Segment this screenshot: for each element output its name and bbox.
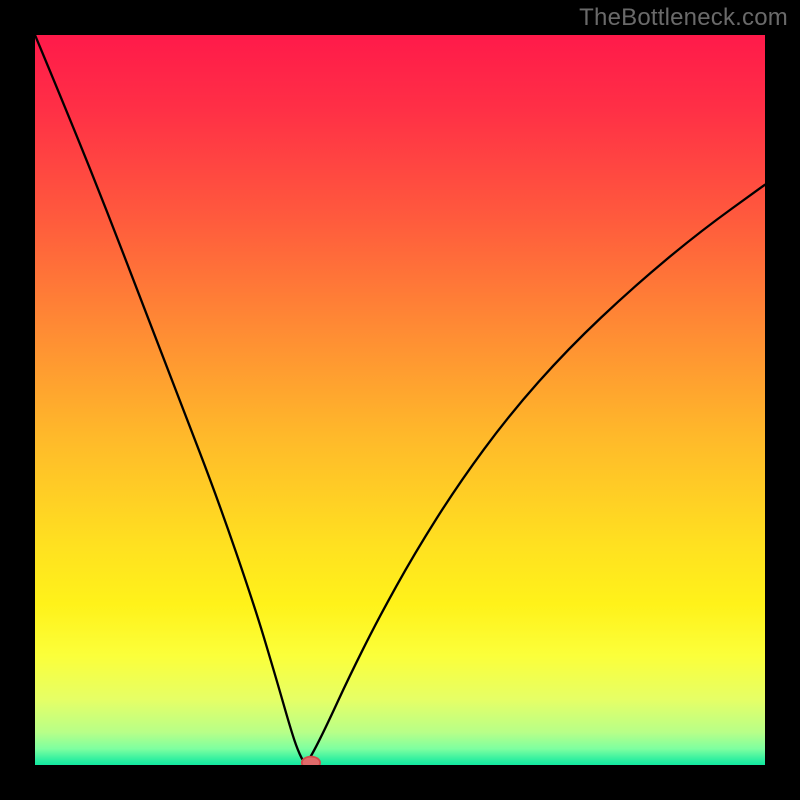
watermark-label: TheBottleneck.com xyxy=(579,4,788,32)
minimum-marker xyxy=(302,757,320,765)
chart-svg xyxy=(35,35,765,765)
marker-ellipse xyxy=(302,757,320,765)
bottleneck-curve xyxy=(35,35,765,762)
plot-area xyxy=(35,35,765,765)
chart-frame: TheBottleneck.com xyxy=(0,0,800,800)
